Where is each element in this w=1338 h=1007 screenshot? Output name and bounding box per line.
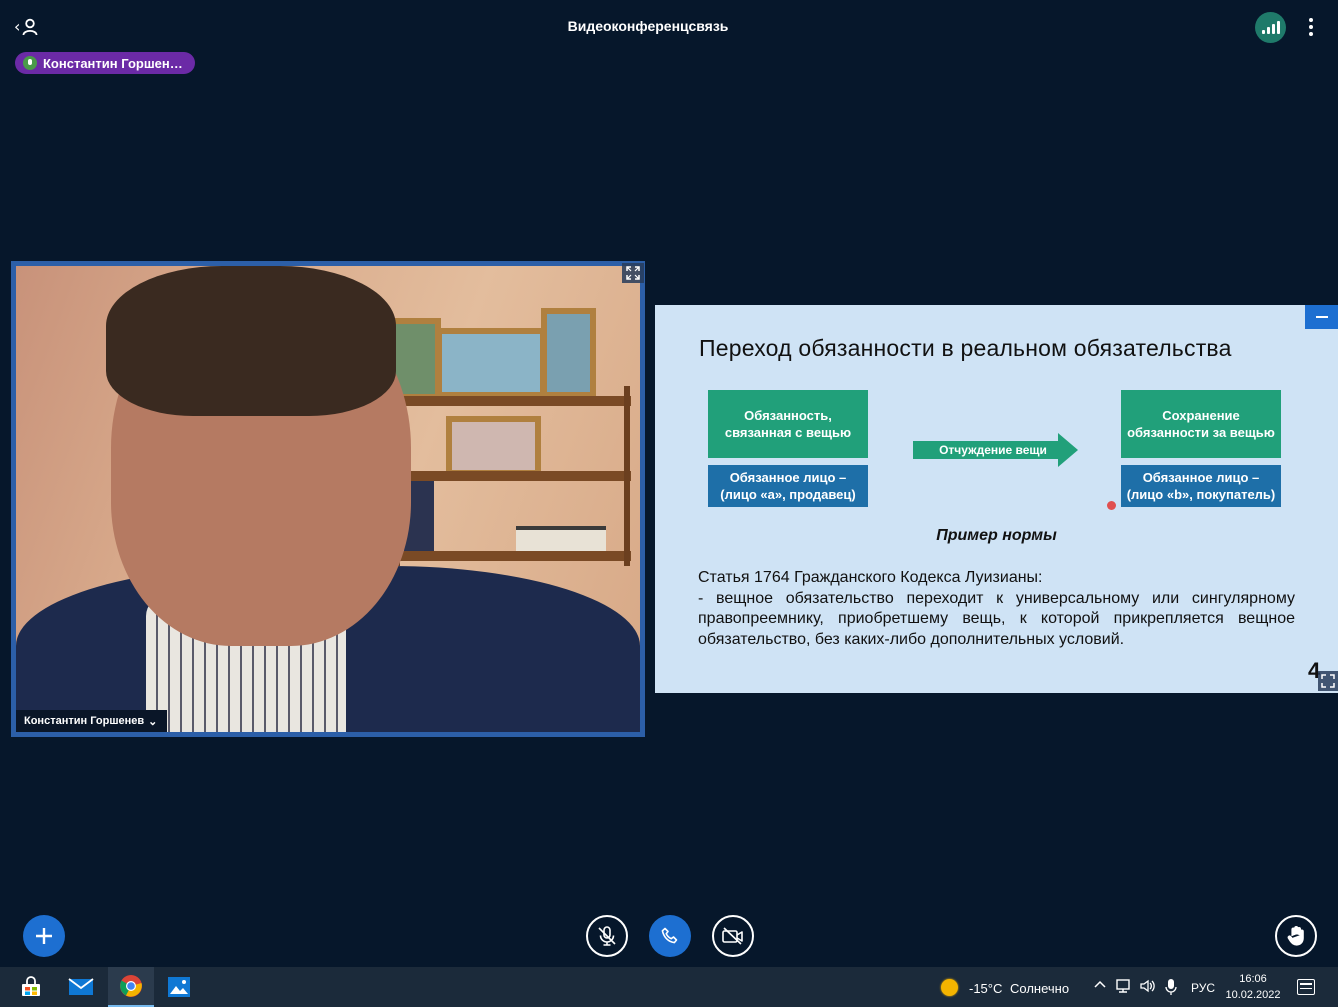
minimize-presentation-button[interactable] — [1305, 305, 1338, 329]
connection-status-button[interactable] — [1255, 12, 1286, 43]
connection-status-icon — [1261, 30, 1265, 34]
chevron-down-icon: ⌄ — [148, 715, 158, 728]
right-box-top: Сохранение обязанности за вещью — [1121, 390, 1281, 458]
meeting-title: Видеоконференцсвязь — [567, 18, 729, 34]
mail-app-button[interactable] — [58, 967, 104, 1007]
mute-microphone-button[interactable] — [586, 915, 628, 957]
chrome-app-button[interactable] — [108, 967, 154, 1007]
minus-icon — [1315, 316, 1328, 318]
article-text-block: Статья 1764 Гражданского Кодекса Луизиан… — [698, 568, 1295, 650]
notification-icon — [1300, 983, 1312, 985]
fullscreen-icon — [626, 266, 640, 280]
plus-icon — [36, 928, 52, 944]
speaker-icon — [1140, 979, 1155, 993]
top-bar: ‹ Видеоконференцсвязь — [0, 0, 1338, 52]
presentation-fullscreen-button[interactable] — [1318, 671, 1338, 691]
weather-widget[interactable]: -15°C Солнечно — [969, 981, 1069, 996]
microphone-icon — [23, 56, 37, 70]
left-box-bottom: Обязанное лицо – (лицо «а», продавец) — [708, 465, 868, 507]
example-heading: Пример нормы — [936, 527, 1057, 544]
weather-temperature: -15°C — [969, 981, 1003, 996]
raise-hand-button[interactable] — [1275, 915, 1317, 957]
microphone-tray-button[interactable] — [1164, 978, 1178, 1000]
fullscreen-icon — [1321, 674, 1335, 688]
talking-indicator-name: Константин Горшен… — [43, 55, 183, 71]
shelf — [396, 471, 631, 481]
talking-indicator[interactable]: Константин Горшен… — [15, 52, 195, 74]
webcam-participant-name: Константин Горшенев — [24, 715, 145, 727]
background-photo — [541, 308, 596, 398]
presentation-slide: Переход обязанности в реальном обязатель… — [655, 305, 1338, 693]
photos-app-button[interactable] — [156, 967, 202, 1007]
shelf — [396, 551, 631, 561]
clock-time: 16:06 — [1239, 973, 1267, 985]
network-button[interactable] — [1115, 978, 1133, 998]
leave-meeting-button[interactable] — [649, 915, 691, 957]
webcam-fullscreen-button[interactable] — [622, 263, 644, 283]
arrow-label: Отчуждение вещи — [939, 443, 1047, 457]
photos-icon — [168, 977, 190, 997]
microphone-tray-icon — [1165, 979, 1177, 995]
left-box-top: Обязанность, связанная с вещью — [708, 390, 868, 458]
camera-off-icon — [722, 927, 743, 945]
actions-button[interactable] — [23, 915, 65, 957]
microphone-muted-icon — [598, 926, 616, 946]
chevron-up-icon — [1094, 980, 1106, 988]
network-icon — [1116, 979, 1130, 993]
right-box-bottom: Обязанное лицо – (лицо «b», покупатель) — [1121, 465, 1281, 507]
weather-description: Солнечно — [1010, 981, 1070, 996]
background-photo — [436, 328, 546, 398]
volume-button[interactable] — [1139, 978, 1157, 998]
article-body: - вещное обязательство переходит к униве… — [698, 589, 1295, 648]
clock-date: 10.02.2022 — [1225, 989, 1281, 1001]
mail-icon — [68, 978, 94, 995]
hand-icon — [1287, 926, 1304, 946]
toggle-camera-button[interactable] — [712, 915, 754, 957]
system-clock[interactable]: 16:06 10.02.2022 — [1222, 971, 1284, 1003]
pointer-dot — [1107, 501, 1116, 510]
start-icon — [22, 976, 40, 996]
books — [516, 526, 606, 551]
webcam-video[interactable]: Константин Горшенев ⌄ — [11, 261, 645, 737]
chrome-icon — [120, 975, 142, 997]
input-language-indicator[interactable]: РУС — [1191, 981, 1215, 995]
phone-icon — [661, 927, 678, 944]
shelf — [396, 396, 631, 406]
sun-icon[interactable] — [941, 979, 958, 996]
slide-title: Переход обязанности в реальном обязатель… — [699, 335, 1232, 361]
more-vertical-icon — [1309, 18, 1313, 22]
tray-expand-button[interactable] — [1093, 978, 1107, 996]
background-photo — [446, 416, 541, 476]
article-title: Статья 1764 Гражданского Кодекса Луизиан… — [698, 569, 1043, 586]
more-options-button[interactable] — [1303, 16, 1319, 38]
start-button[interactable] — [8, 967, 54, 1007]
shelf-post — [624, 386, 630, 566]
notifications-button[interactable] — [1297, 979, 1315, 995]
transfer-arrow: Отчуждение вещи — [913, 433, 1078, 467]
webcam-participant-label[interactable]: Константин Горшенев ⌄ — [16, 710, 168, 732]
person-hair — [106, 266, 396, 416]
